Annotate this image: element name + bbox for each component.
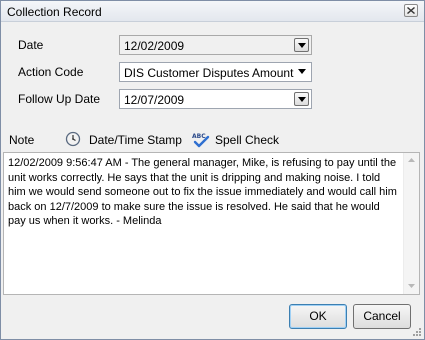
date-picker[interactable]: 12/02/2009 <box>119 35 312 55</box>
date-label: Date <box>18 38 44 52</box>
date-dropdown-button[interactable] <box>294 38 309 52</box>
title-bar[interactable]: Collection Record <box>1 1 424 22</box>
spell-check-label: Spell Check <box>215 133 280 147</box>
scroll-down-arrow-icon[interactable] <box>408 284 415 288</box>
follow-up-date-row: Follow Up Date 12/07/2009 <box>1 89 424 109</box>
date-value: 12/02/2009 <box>124 39 185 53</box>
note-vertical-scrollbar[interactable] <box>403 153 419 294</box>
clock-icon <box>65 131 81 147</box>
chevron-down-icon <box>298 69 306 74</box>
action-code-dropdown-button[interactable] <box>295 65 310 79</box>
spell-check-button[interactable]: ABC Spell Check <box>191 130 286 149</box>
follow-up-date-picker[interactable]: 12/07/2009 <box>119 89 312 109</box>
action-code-select[interactable]: DIS Customer Disputes Amount Owed <box>119 62 312 82</box>
chevron-down-icon <box>298 43 306 48</box>
note-textarea[interactable]: 12/02/2009 9:56:47 AM - The general mana… <box>3 152 420 295</box>
action-code-label: Action Code <box>18 65 84 79</box>
close-button[interactable] <box>404 4 418 17</box>
spell-check-icon-text: ABC <box>192 133 206 140</box>
window-title: Collection Record <box>7 5 102 19</box>
close-icon <box>407 7 415 14</box>
cancel-button[interactable]: Cancel <box>353 304 411 329</box>
note-toolbar: Note Date/Time Stamp ABC Spell Check <box>1 127 424 152</box>
spell-check-icon: ABC <box>192 133 210 148</box>
follow-up-date-dropdown-button[interactable] <box>294 92 309 106</box>
follow-up-date-value: 12/07/2009 <box>124 93 185 107</box>
scroll-up-arrow-icon[interactable] <box>408 158 415 162</box>
collection-record-dialog: Collection Record Date 12/02/2009 Action… <box>0 0 425 340</box>
follow-up-date-label: Follow Up Date <box>18 92 101 106</box>
date-row: Date 12/02/2009 <box>1 35 424 55</box>
action-code-value: DIS Customer Disputes Amount Owed <box>124 66 295 80</box>
chevron-down-icon <box>298 97 306 102</box>
note-text[interactable]: 12/02/2009 9:56:47 AM - The general mana… <box>8 156 400 229</box>
note-label: Note <box>9 133 35 147</box>
datetime-stamp-button[interactable]: Date/Time Stamp <box>65 130 183 149</box>
ok-button[interactable]: OK <box>289 304 347 329</box>
action-code-row: Action Code DIS Customer Disputes Amount… <box>1 62 424 82</box>
resize-grip-icon[interactable] <box>411 326 422 337</box>
datetime-stamp-label: Date/Time Stamp <box>89 133 182 147</box>
